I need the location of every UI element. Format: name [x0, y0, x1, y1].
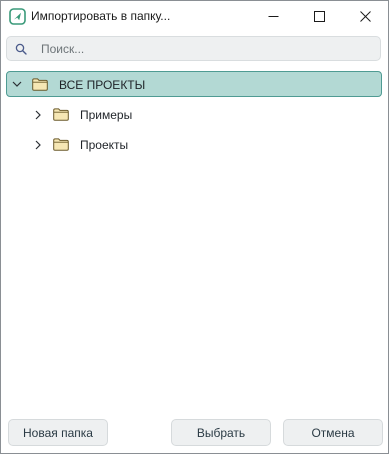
tree-item-examples[interactable]: Примеры [6, 102, 382, 128]
tree-item-all-projects[interactable]: ВСЕ ПРОЕКТЫ [6, 71, 382, 97]
import-dialog: Импортировать в папку... Поиск... ВСЕ ПР… [0, 0, 389, 454]
folder-icon [53, 138, 69, 151]
tree-item-label: Примеры [80, 108, 133, 122]
chevron-right-icon[interactable] [33, 140, 43, 150]
tree-item-label: Проекты [80, 138, 129, 152]
close-icon [359, 11, 371, 22]
minimize-icon [268, 16, 278, 17]
folder-icon [53, 108, 69, 121]
cancel-button[interactable]: Отмена [283, 419, 383, 446]
title-bar[interactable]: Импортировать в папку... [1, 1, 388, 32]
chevron-down-icon[interactable] [12, 79, 22, 89]
folder-icon [32, 78, 48, 91]
app-logo-icon [9, 8, 26, 25]
new-folder-button[interactable]: Новая папка [8, 419, 108, 446]
select-button[interactable]: Выбрать [171, 419, 271, 446]
search-input[interactable] [41, 37, 371, 60]
tree-item-label: ВСЕ ПРОЕКТЫ [59, 78, 146, 92]
search-box[interactable] [6, 36, 381, 61]
maximize-icon [313, 11, 325, 22]
close-button[interactable] [342, 1, 388, 32]
tree-item-projects[interactable]: Проекты [6, 132, 382, 158]
maximize-button[interactable] [296, 1, 342, 32]
minimize-button[interactable] [250, 1, 296, 32]
window-title: Импортировать в папку... [31, 9, 171, 23]
chevron-right-icon[interactable] [33, 110, 43, 120]
search-icon [15, 43, 27, 55]
